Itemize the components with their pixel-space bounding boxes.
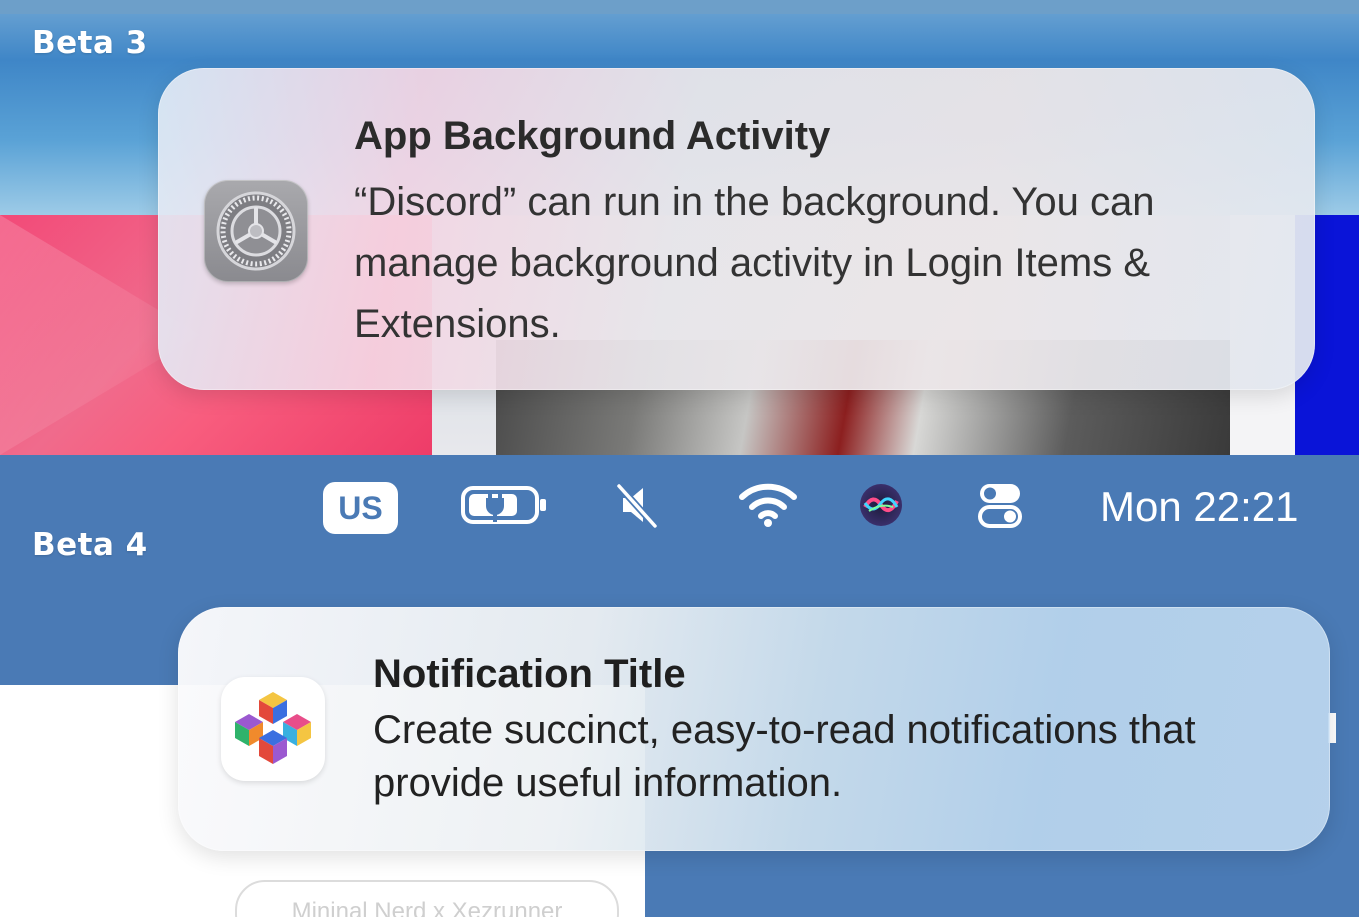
notification-title: Notification Title xyxy=(373,652,686,696)
notification-title: App Background Activity xyxy=(354,114,831,158)
wifi-icon[interactable] xyxy=(735,475,801,535)
background-pill-button[interactable]: Mininal Nerd x Xezrunner xyxy=(235,880,619,917)
notification-body: “Discord” can run in the background. You… xyxy=(354,180,1155,346)
cube-icon xyxy=(221,677,325,781)
input-source-indicator[interactable]: US xyxy=(323,482,398,534)
gear-icon xyxy=(204,180,308,282)
beta4-panel: Mininal Nerd x Xezrunner US Mon 22:21 Be… xyxy=(0,455,1359,917)
battery-charging-icon[interactable] xyxy=(460,475,550,535)
menubar-clock[interactable]: Mon 22:21 xyxy=(1100,483,1298,531)
notification-app-background-activity[interactable]: App Background Activity “Discord” can ru… xyxy=(158,68,1315,390)
notification-example[interactable]: Notification Title Create succinct, easy… xyxy=(178,607,1330,851)
desktop-area xyxy=(645,850,1359,917)
top-strip xyxy=(0,0,1359,14)
beta3-panel: Beta 3 App Background Activity “Discord”… xyxy=(0,0,1359,455)
beta3-label: Beta 3 xyxy=(32,25,148,61)
beta4-label: Beta 4 xyxy=(32,527,148,563)
control-center-icon[interactable] xyxy=(975,475,1025,535)
notification-body: Create succinct, easy-to-read notificati… xyxy=(373,708,1196,805)
siri-icon[interactable] xyxy=(856,475,906,535)
speaker-muted-icon[interactable] xyxy=(610,475,666,535)
